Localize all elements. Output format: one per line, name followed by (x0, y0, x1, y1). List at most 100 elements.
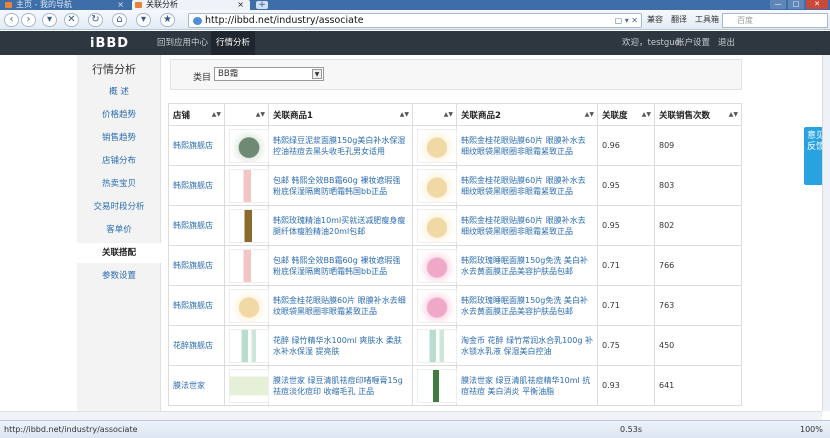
product2-thumbnail[interactable] (417, 328, 457, 363)
toolbox-button[interactable]: 工具箱 (695, 14, 719, 26)
minimize-button[interactable]: — (770, 0, 786, 9)
site-logo[interactable]: iBBD (90, 36, 129, 51)
product2-thumbnail[interactable] (417, 368, 457, 403)
product1-thumbnail[interactable] (229, 208, 269, 243)
forward-button[interactable]: › (21, 13, 36, 27)
sidebar-item-unit-price[interactable]: 客单价 (77, 220, 161, 240)
refresh-button[interactable]: ↻ (88, 13, 103, 27)
product1-link[interactable]: 韩熙金桂花眼贴膜60片 眼膜补水去细纹眼袋黑眼圈非眼霜紧致正品 (268, 285, 413, 326)
site-header: iBBD 回到应用中心 行情分析 欢迎，testguo 账户设置 退出 (0, 31, 830, 55)
home-button[interactable]: ⌂ (112, 13, 127, 27)
horizontal-scrollbar[interactable] (0, 411, 822, 420)
product1-link[interactable]: 花醉 绿竹精华水100ml 爽肤水 柔肤水补水保湿 提亮肤 (268, 325, 413, 366)
shop-name-link[interactable]: 韩熙旗舰店 (168, 285, 225, 326)
product1-thumbnail[interactable] (229, 168, 269, 203)
column-header-score[interactable]: 关联度 ▲▼ (597, 103, 655, 126)
product1-thumbnail[interactable] (229, 328, 269, 363)
tab-associate[interactable]: 关联分析 × (132, 0, 250, 10)
nav-app-center[interactable]: 回到应用中心 (152, 31, 213, 55)
browser-tab-bar: 主页 - 我的导航 × 关联分析 × + — □ ✕ (0, 0, 830, 10)
close-tab-icon[interactable]: × (117, 0, 124, 10)
sort-icon[interactable]: ▲▼ (444, 111, 453, 118)
maximize-button[interactable]: □ (788, 0, 804, 9)
column-header-shop[interactable]: 店铺 ▲▼ (168, 103, 225, 126)
product1-link[interactable]: 膜法世家 绿豆清肌祛痘印啫喱膏15g 祛痘淡化痘印 收缩毛孔 正品 (268, 365, 413, 406)
product2-thumbnail[interactable] (417, 168, 457, 203)
search-input[interactable]: 百度 (722, 13, 828, 28)
new-tab-button[interactable]: + (256, 1, 268, 10)
stop-button[interactable]: ✕ (64, 13, 79, 27)
close-window-button[interactable]: ✕ (806, 0, 828, 9)
sidebar-item-price-trend[interactable]: 价格趋势 (77, 105, 161, 125)
sidebar-item-sales-trend[interactable]: 销售趋势 (77, 128, 161, 148)
address-bar[interactable]: http://ibbd.net/industry/associate ▢ ▾ ✕ (188, 13, 642, 28)
product1-link[interactable]: 包邮 韩熙全效BB霜60g 裸妆遮瑕强粉底保湿隔离防晒霜韩国bb正品 (268, 245, 413, 286)
back-button[interactable]: ‹ (4, 13, 19, 27)
product1-thumbnail[interactable] (229, 128, 269, 163)
product1-link[interactable]: 韩熙玫瑰精油10ml买就送减肥瘦身瘦腿纤体瘦脸精油20ml包邮 (268, 205, 413, 246)
product2-link[interactable]: 韩熙金桂花眼贴膜60片 眼膜补水去细纹眼袋黑眼圈非眼霜紧致正品 (456, 205, 598, 246)
status-url: http://ibbd.net/industry/associate (4, 425, 138, 434)
product2-link[interactable]: 韩熙玫瑰睡眠面膜150g免洗 美白补水去黄面膜正品美容护肤品包邮 (456, 245, 598, 286)
sort-icon[interactable]: ▲▼ (642, 111, 651, 118)
product2-link[interactable]: 韩熙金桂花眼贴膜60片 眼膜补水去细纹眼袋黑眼圈非眼霜紧致正品 (456, 125, 598, 166)
address-actions[interactable]: ▢ ▾ ✕ (615, 15, 638, 27)
history-dropdown-icon[interactable]: ▾ (42, 13, 57, 27)
product1-thumbnail[interactable] (229, 288, 269, 323)
product1-thumbnail[interactable] (229, 368, 269, 403)
sidebar-item-hot-items[interactable]: 热卖宝贝 (77, 174, 161, 194)
product2-image-cell (412, 125, 457, 166)
sort-icon[interactable]: ▲▼ (400, 111, 409, 118)
vertical-scrollbar[interactable] (822, 55, 830, 411)
window-controls: — □ ✕ (770, 0, 828, 10)
zoom-level[interactable]: 100% (800, 424, 823, 436)
logout-link[interactable]: 退出 (718, 31, 735, 55)
shop-name-link[interactable]: 韩熙旗舰店 (168, 205, 225, 246)
home-dropdown-icon[interactable]: ▾ (136, 13, 151, 27)
sort-icon[interactable]: ▲▼ (212, 111, 221, 118)
product2-thumbnail[interactable] (417, 208, 457, 243)
product2-link[interactable]: 韩熙金桂花眼贴膜60片 眼膜补水去细纹眼袋黑眼圈非眼霜紧致正品 (456, 165, 598, 206)
table-row: 韩熙旗舰店 韩熙金桂花眼贴膜60片 眼膜补水去细纹眼袋黑眼圈非眼霜紧致正品 韩熙玫瑰… (168, 285, 742, 326)
product2-link[interactable]: 淘金币 花醉 绿竹常润水合乳100g 补水锁水乳液 保湿美白控油 (456, 325, 598, 366)
shop-name-link[interactable]: 韩熙旗舰店 (168, 165, 225, 206)
translate-button[interactable]: 翻译 (671, 14, 687, 26)
product2-thumbnail[interactable] (417, 288, 457, 323)
column-header-product1[interactable]: 关联商品1 ▲▼ (268, 103, 413, 126)
category-select[interactable]: BB霜 ▼ (214, 67, 324, 81)
column-header-image2[interactable]: ▲▼ (412, 103, 457, 126)
product2-thumbnail[interactable] (417, 248, 457, 283)
sort-icon[interactable]: ▲▼ (585, 111, 594, 118)
sort-icon[interactable]: ▲▼ (256, 111, 265, 118)
load-time: 0.53s (620, 425, 642, 434)
product1-thumbnail[interactable] (229, 248, 269, 283)
filter-panel: 类目 BB霜 ▼ (170, 59, 742, 90)
sidebar-item-overview[interactable]: 概 述 (77, 82, 161, 102)
favorite-star-icon[interactable]: ★ (160, 13, 175, 27)
product1-link[interactable]: 包邮 韩熙全效BB霜60g 裸妆遮瑕强粉底保湿隔离防晒霜韩国bb正品 (268, 165, 413, 206)
shop-name-link[interactable]: 韩熙旗舰店 (168, 125, 225, 166)
close-tab-icon[interactable]: × (237, 0, 244, 10)
product1-link[interactable]: 韩熙绿豆泥浆面膜150g美白补水保湿控油祛痘去黑头收毛孔男女适用 (268, 125, 413, 166)
tab-home[interactable]: 主页 - 我的导航 × (2, 0, 130, 10)
address-text[interactable]: http://ibbd.net/industry/associate (205, 15, 364, 27)
column-header-product2[interactable]: 关联商品2 ▲▼ (456, 103, 598, 126)
product2-link[interactable]: 韩熙玫瑰睡眠面膜150g免洗 美白补水去黄面膜正品美容护肤品包邮 (456, 285, 598, 326)
shop-name-link[interactable]: 膜法世家 (168, 365, 225, 406)
account-settings-link[interactable]: 账户设置 (676, 31, 710, 55)
sort-icon[interactable]: ▲▼ (729, 111, 738, 118)
sidebar-item-time-analysis[interactable]: 交易时段分析 (77, 197, 161, 217)
shop-name-link[interactable]: 花醉旗舰店 (168, 325, 225, 366)
dropdown-arrow-icon[interactable]: ▼ (312, 69, 322, 79)
sidebar-item-shop-distribution[interactable]: 店铺分布 (77, 151, 161, 171)
sidebar-item-settings[interactable]: 参数设置 (77, 266, 161, 286)
compat-mode-button[interactable]: 兼容 (647, 14, 663, 26)
product2-thumbnail[interactable] (417, 128, 457, 163)
product2-link[interactable]: 膜法世家 绿豆清肌祛痘精华10ml 抗痘祛痘 美白消炎 平衡油脂 (456, 365, 598, 406)
shop-name-link[interactable]: 韩熙旗舰店 (168, 245, 225, 286)
sidebar-item-association[interactable]: 关联搭配 (77, 243, 161, 263)
product1-image-cell (224, 165, 269, 206)
column-header-image1[interactable]: ▲▼ (224, 103, 269, 126)
column-header-count[interactable]: 关联销售次数 ▲▼ (654, 103, 742, 126)
nav-market-analysis[interactable]: 行情分析 (211, 31, 256, 55)
